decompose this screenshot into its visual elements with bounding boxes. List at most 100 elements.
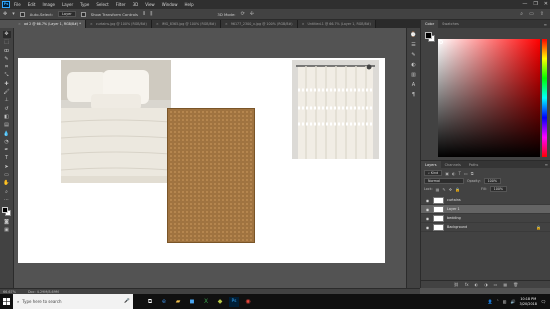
- microphone-icon[interactable]: 🎤: [124, 299, 130, 304]
- move-tool-icon[interactable]: ✥: [3, 11, 7, 17]
- lock-pixels-icon[interactable]: ▦: [436, 187, 440, 192]
- eraser-tool-icon[interactable]: ◧: [3, 114, 11, 121]
- fill-input[interactable]: 100%: [489, 186, 508, 192]
- document-tab[interactable]: × 96177_2300_x.jpg @ 100% (RGB/8#): [220, 20, 298, 28]
- close-icon[interactable]: ×: [18, 22, 21, 26]
- blend-mode-dropdown[interactable]: Normal: [424, 178, 464, 184]
- distribute-icon[interactable]: ⫼: [150, 11, 152, 17]
- excel-icon[interactable]: X: [201, 297, 211, 307]
- zoom-tool-icon[interactable]: ⌕: [3, 189, 11, 196]
- document-tab[interactable]: × curtains.jpg @ 100% (RGB/8#): [85, 20, 152, 28]
- opacity-input[interactable]: 100%: [483, 178, 501, 184]
- menu-type[interactable]: Type: [80, 2, 89, 7]
- menu-edit[interactable]: Edit: [28, 2, 36, 7]
- color-swatches[interactable]: [1, 207, 12, 217]
- minimize-button[interactable]: —: [522, 1, 527, 7]
- layer-row[interactable]: ◉ Background 🔒: [421, 223, 550, 232]
- taskbar-search[interactable]: ⌕ Type here to search 🎤: [13, 294, 133, 309]
- auto-select-dropdown[interactable]: Layer: [57, 11, 76, 17]
- app-icon[interactable]: ◆: [215, 297, 225, 307]
- quick-select-tool-icon[interactable]: ✎: [3, 56, 11, 63]
- quick-mask-icon[interactable]: ◙: [3, 219, 11, 226]
- task-view-icon[interactable]: ⧉: [145, 297, 155, 307]
- crop-tool-icon[interactable]: ⌗: [3, 64, 11, 71]
- volume-icon[interactable]: 🔊: [511, 299, 516, 304]
- document-tab[interactable]: × Untitled-1 @ 66.7% (Layer 1, RGB/8#): [297, 20, 376, 28]
- link-layers-icon[interactable]: ⛓: [454, 282, 459, 287]
- menu-filter[interactable]: Filter: [116, 2, 126, 7]
- jute-rug-image[interactable]: [167, 108, 255, 243]
- tab-paths[interactable]: Paths: [465, 161, 483, 169]
- shape-tool-icon[interactable]: ▭: [3, 172, 11, 179]
- share-icon[interactable]: ⇪: [540, 11, 544, 17]
- menu-3d[interactable]: 3D: [133, 2, 139, 7]
- menu-window[interactable]: Window: [162, 2, 178, 7]
- path-select-tool-icon[interactable]: ➤: [3, 164, 11, 171]
- blur-tool-icon[interactable]: 💧: [3, 131, 11, 138]
- photoshop-icon[interactable]: Ps: [229, 296, 239, 307]
- clock[interactable]: 10:18 PM 3/20/2018: [520, 297, 537, 305]
- store-icon[interactable]: ◼: [187, 297, 197, 307]
- eyedropper-tool-icon[interactable]: ⤡: [3, 72, 11, 79]
- workspace-icon[interactable]: ▭: [529, 11, 534, 17]
- person-icon[interactable]: 👤: [488, 299, 493, 304]
- zoom-level[interactable]: 66.67%: [3, 290, 16, 294]
- hand-tool-icon[interactable]: ✋: [3, 180, 11, 187]
- edge-icon[interactable]: e: [159, 297, 169, 307]
- search-icon[interactable]: ⌕: [520, 11, 523, 17]
- paragraph-panel-icon[interactable]: ¶: [410, 91, 418, 99]
- hue-slider[interactable]: [542, 39, 547, 157]
- adjustments-panel-icon[interactable]: ◐: [410, 61, 418, 69]
- chrome-icon[interactable]: ◉: [243, 297, 253, 307]
- pixel-filter-icon[interactable]: ▣: [445, 171, 449, 176]
- trash-icon[interactable]: 🗑: [513, 282, 518, 287]
- tab-color[interactable]: Color: [421, 20, 439, 28]
- close-icon[interactable]: ×: [90, 22, 93, 26]
- screen-mode-icon[interactable]: ▣: [3, 227, 11, 234]
- move-tool-icon[interactable]: ✥: [2, 31, 11, 38]
- eye-icon[interactable]: ◉: [425, 216, 430, 221]
- canvas-area[interactable]: [14, 28, 420, 288]
- smart-object-filter-icon[interactable]: ⧉: [471, 171, 474, 176]
- menu-view[interactable]: View: [145, 2, 155, 7]
- layer-row[interactable]: ◉ curtains: [421, 196, 550, 205]
- adjustment-layer-icon[interactable]: ◑: [484, 282, 488, 287]
- bedding-image[interactable]: [61, 60, 171, 183]
- history-panel-icon[interactable]: ⌚: [410, 31, 418, 39]
- auto-select-checkbox[interactable]: [19, 11, 25, 17]
- chevron-down-icon[interactable]: ▾: [12, 11, 15, 17]
- marquee-tool-icon[interactable]: ⬚: [3, 39, 11, 46]
- lock-paint-icon[interactable]: ✎: [442, 187, 445, 192]
- kind-filter-dropdown[interactable]: ⌕ Kind: [424, 170, 443, 176]
- color-picker-marker[interactable]: [439, 40, 443, 44]
- tab-swatches[interactable]: Swatches: [438, 20, 463, 28]
- maximize-button[interactable]: ❐: [533, 1, 537, 7]
- chevron-up-icon[interactable]: ˄: [497, 299, 499, 304]
- pen-tool-icon[interactable]: ✒: [3, 147, 11, 154]
- more-tools-icon[interactable]: ⋯: [3, 197, 11, 204]
- document-canvas[interactable]: [18, 58, 385, 263]
- group-icon[interactable]: ▭: [494, 282, 498, 287]
- libraries-panel-icon[interactable]: ▥: [410, 71, 418, 79]
- new-layer-icon[interactable]: ▦: [503, 282, 507, 287]
- align-icon[interactable]: ⫴: [143, 11, 145, 17]
- network-icon[interactable]: ▥: [503, 299, 507, 304]
- tab-channels[interactable]: Channels: [441, 161, 465, 169]
- brush-panel-icon[interactable]: ✎: [410, 51, 418, 59]
- panel-menu-icon[interactable]: ≡: [545, 162, 548, 167]
- panel-menu-icon[interactable]: ≡: [544, 22, 547, 27]
- history-brush-tool-icon[interactable]: ↺: [3, 106, 11, 113]
- menu-layer[interactable]: Layer: [62, 2, 73, 7]
- close-button[interactable]: ✕: [544, 1, 548, 7]
- transform-controls-checkbox[interactable]: [80, 11, 86, 17]
- lasso-tool-icon[interactable]: ꝏ: [3, 48, 11, 55]
- lock-icon[interactable]: 🔒: [536, 225, 541, 230]
- dodge-tool-icon[interactable]: ◔: [3, 139, 11, 146]
- adjustment-filter-icon[interactable]: ◐: [452, 171, 456, 176]
- document-tab[interactable]: × ad 2 @ 66.7% (Layer 1, RGB/8#) *: [14, 20, 86, 28]
- start-button[interactable]: [0, 294, 13, 309]
- healing-tool-icon[interactable]: ✚: [3, 81, 11, 88]
- menu-help[interactable]: Help: [184, 2, 193, 7]
- fx-icon[interactable]: fx: [465, 282, 469, 287]
- notifications-icon[interactable]: 🗨: [541, 299, 546, 304]
